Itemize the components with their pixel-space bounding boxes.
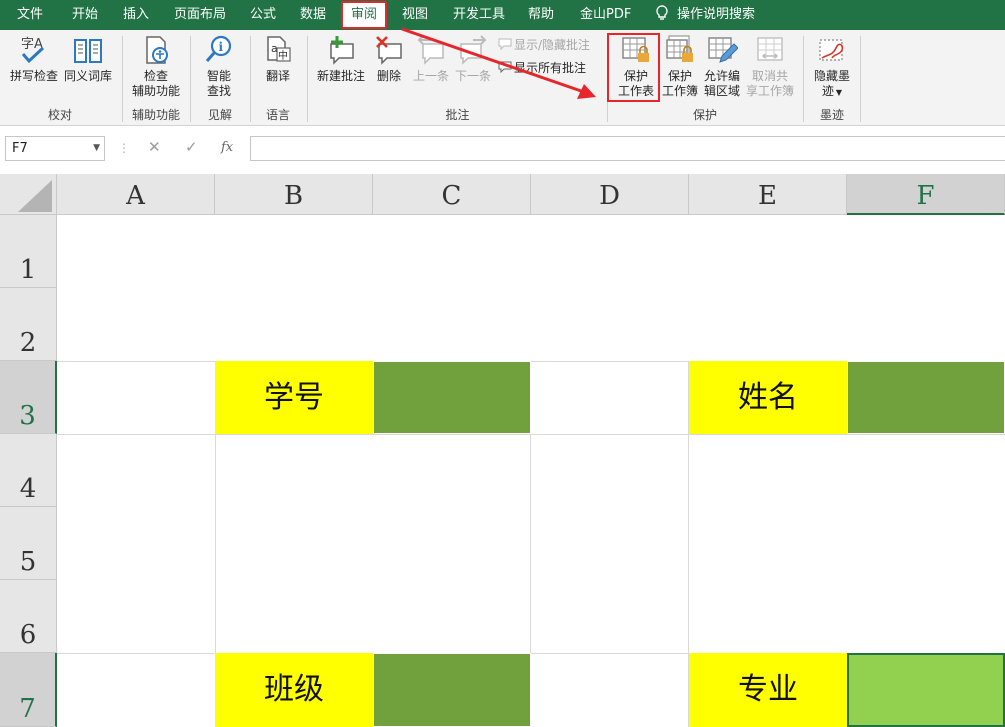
select-all-button[interactable] — [0, 174, 57, 215]
tab-data[interactable]: 数据 — [300, 0, 326, 30]
new-comment-icon — [330, 36, 354, 65]
cancel-icon[interactable]: ✕ — [148, 138, 161, 156]
thesaurus-button[interactable]: 同义词库 — [62, 32, 114, 84]
translate-button[interactable]: a 中 翻译 — [256, 32, 300, 84]
group-separator — [803, 36, 804, 122]
enter-icon[interactable]: ✓ — [185, 138, 198, 156]
next-comment-icon — [460, 35, 487, 65]
row-header-7[interactable]: 7 — [0, 653, 57, 727]
row-header-2[interactable]: 2 — [0, 288, 57, 361]
delete-comment-icon — [376, 36, 402, 65]
comment-icon — [498, 38, 512, 51]
ribbon: 字A 拼写检查 同义词库 校对 检查 辅助功能 辅助功能 i 智能 查找 见解 … — [0, 30, 1005, 126]
hide-ink-button[interactable]: 隐藏墨 迹 ▼ — [810, 32, 854, 100]
allow-edit-ranges-icon — [708, 37, 738, 63]
unshare-workbook-button[interactable]: 取消共 享工作簿 — [744, 32, 796, 99]
svg-text:i: i — [219, 40, 224, 54]
menu-bar: 文件 开始 插入 页面布局 公式 数据 审阅 视图 开发工具 帮助 金山PDF … — [0, 0, 1005, 30]
row-header-4[interactable]: 4 — [0, 434, 57, 507]
spell-check-icon: 字A — [21, 37, 45, 64]
protect-sheet-highlight — [607, 33, 660, 102]
formula-bar: F7 ▼ ⋮ ✕ ✓ fx — [0, 126, 1005, 174]
column-header-c[interactable]: C — [373, 174, 531, 215]
row-header-1[interactable]: 1 — [0, 215, 57, 288]
cell-f3[interactable] — [847, 361, 1005, 434]
tab-developer[interactable]: 开发工具 — [453, 0, 505, 30]
select-all-triangle-icon — [18, 180, 52, 212]
tab-wps-pdf[interactable]: 金山PDF — [580, 0, 631, 30]
tab-review[interactable]: 审阅 — [341, 1, 388, 29]
cell-f7-selected[interactable] — [847, 653, 1005, 727]
tab-formulas[interactable]: 公式 — [250, 0, 276, 30]
name-box[interactable]: F7 ▼ — [5, 136, 105, 161]
group-separator — [307, 36, 308, 122]
more-options-icon[interactable]: ⋮ — [118, 141, 130, 155]
new-comment-button[interactable]: 新建批注 — [314, 32, 368, 84]
hide-ink-icon — [819, 39, 844, 61]
show-all-comments-button[interactable]: 显示所有批注 — [498, 59, 586, 77]
insert-function-icon[interactable]: fx — [221, 140, 233, 155]
group-ink-label: 墨迹 — [819, 108, 844, 122]
protect-workbook-button[interactable]: 保护 工作簿 — [659, 32, 701, 99]
tell-me-search[interactable]: 操作说明搜索 — [655, 0, 755, 30]
group-protect-label: 保护 — [692, 108, 717, 122]
group-language-label: 语言 — [265, 108, 290, 122]
lightbulb-icon — [656, 5, 668, 20]
worksheet-grid: A B C D E F 1 2 3 4 5 6 7 学号 姓名 班级 专业 — [0, 174, 1005, 727]
group-proofing-label: 校对 — [47, 108, 72, 122]
svg-text:中: 中 — [278, 49, 288, 62]
next-comment-button[interactable]: 下一条 — [452, 32, 494, 84]
comment-icon — [498, 61, 512, 74]
chevron-down-icon[interactable]: ▼ — [93, 137, 100, 160]
allow-edit-ranges-button[interactable]: 允许编 辑区域 — [700, 32, 744, 99]
group-separator — [190, 36, 191, 122]
translate-icon: a 中 — [267, 36, 291, 62]
tab-insert[interactable]: 插入 — [123, 0, 149, 30]
tab-file[interactable]: 文件 — [17, 0, 43, 30]
show-hide-comment-button[interactable]: 显示/隐藏批注 — [498, 36, 590, 54]
check-accessibility-button[interactable]: 检查 辅助功能 — [128, 32, 184, 99]
column-header-b[interactable]: B — [215, 174, 373, 215]
row-header-6[interactable]: 6 — [0, 580, 57, 653]
column-header-f[interactable]: F — [847, 174, 1005, 215]
group-accessibility-label: 辅助功能 — [131, 108, 180, 122]
smart-lookup-button[interactable]: i 智能 查找 — [196, 32, 242, 99]
chevron-down-icon: ▼ — [835, 88, 843, 97]
previous-comment-button[interactable]: 上一条 — [410, 32, 452, 84]
cell-c3[interactable] — [373, 361, 531, 434]
row-header-5[interactable]: 5 — [0, 507, 57, 580]
column-header-e[interactable]: E — [689, 174, 847, 215]
delete-comment-button[interactable]: 删除 — [370, 32, 408, 84]
tab-help[interactable]: 帮助 — [528, 0, 554, 30]
group-insights-label: 见解 — [207, 108, 232, 122]
cell-e3[interactable]: 姓名 — [689, 361, 847, 434]
column-header-a[interactable]: A — [57, 174, 215, 215]
accessibility-check-icon — [146, 36, 168, 64]
row-header-3[interactable]: 3 — [0, 361, 57, 434]
cell-b7[interactable]: 班级 — [215, 653, 373, 727]
cell-c7[interactable] — [373, 653, 531, 727]
cell-e7[interactable]: 专业 — [689, 653, 847, 727]
formula-input[interactable] — [250, 136, 1005, 161]
tell-me-label: 操作说明搜索 — [677, 7, 756, 22]
spell-check-button[interactable]: 字A 拼写检查 — [8, 32, 60, 84]
group-comments-label: 批注 — [445, 108, 470, 122]
group-separator — [860, 36, 861, 122]
smart-lookup-icon: i — [205, 35, 232, 62]
tab-page-layout[interactable]: 页面布局 — [174, 0, 226, 30]
cell-b3[interactable]: 学号 — [215, 361, 373, 434]
unshare-workbook-icon — [757, 37, 783, 61]
tab-home[interactable]: 开始 — [72, 0, 98, 30]
column-header-d[interactable]: D — [531, 174, 689, 215]
book-icon — [74, 39, 102, 63]
previous-comment-icon — [417, 35, 444, 65]
tab-view[interactable]: 视图 — [402, 0, 428, 30]
protect-workbook-icon — [666, 35, 693, 62]
group-separator — [250, 36, 251, 122]
group-separator — [122, 36, 123, 122]
gridline — [57, 434, 1005, 435]
